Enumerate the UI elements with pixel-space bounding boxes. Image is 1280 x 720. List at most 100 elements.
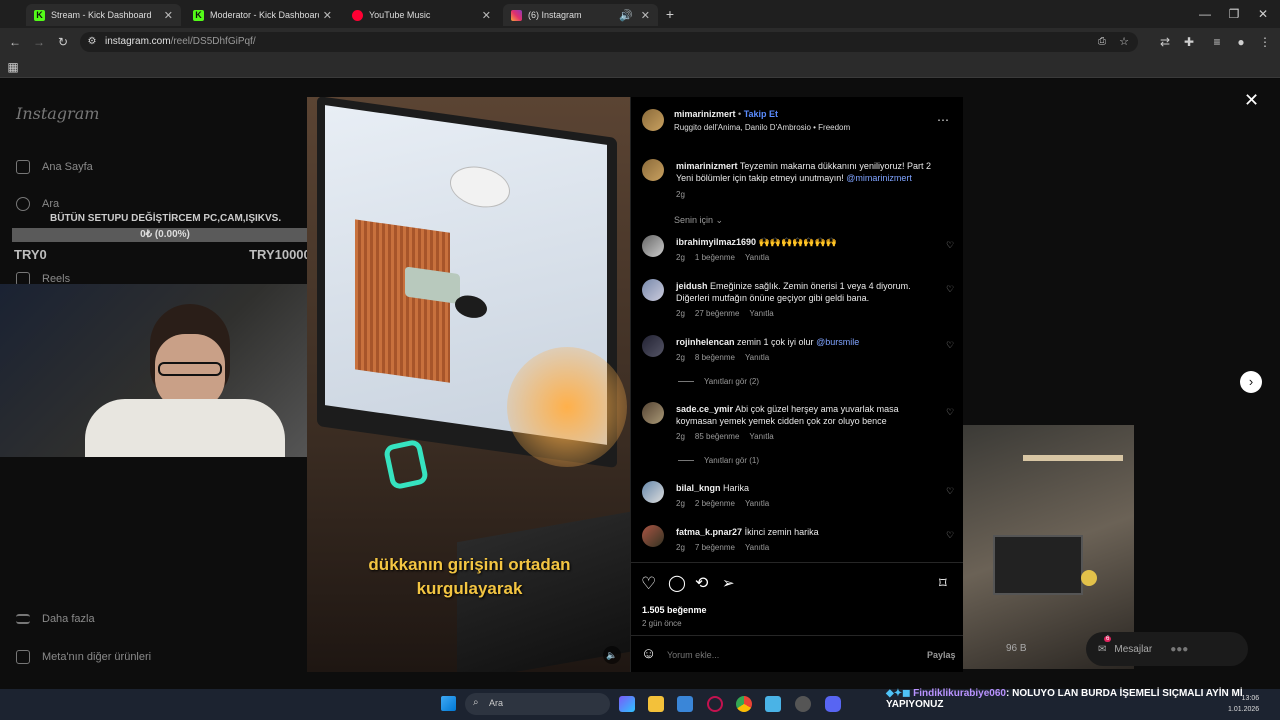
translate-icon[interactable]: ⇄ bbox=[1158, 35, 1172, 49]
audio-track[interactable]: Ruggito dell'Anima, Danilo D'Ambrosio • … bbox=[674, 123, 850, 132]
start-button[interactable] bbox=[441, 696, 456, 711]
new-tab-button[interactable]: + bbox=[663, 7, 677, 21]
comment-input[interactable] bbox=[667, 647, 907, 663]
chat-username: Findiklikurabiye060 bbox=[913, 688, 1006, 699]
repost-icon[interactable]: ⟲ bbox=[695, 576, 708, 592]
shelf bbox=[1023, 455, 1123, 461]
comment-like-icon[interactable]: ♡ bbox=[946, 240, 954, 251]
close-reel-button[interactable]: ✕ bbox=[1244, 90, 1259, 111]
forward-button[interactable]: → bbox=[32, 35, 46, 49]
lamp-glow bbox=[507, 347, 627, 467]
apps-grid-icon[interactable]: ▦ bbox=[6, 60, 20, 74]
post-panel: mimarinizmert • Takip Et Ruggito dell'An… bbox=[630, 97, 964, 672]
comment-like-icon[interactable]: ♡ bbox=[946, 486, 954, 497]
photos-icon[interactable] bbox=[765, 696, 781, 712]
nav-search[interactable]: Ara bbox=[16, 197, 59, 211]
taskbar-search[interactable]: ⌕ Ara bbox=[465, 693, 610, 715]
reel-video[interactable]: dükkanın girişini ortadan kurgulayarak 🔈 bbox=[307, 97, 630, 672]
menu-icon bbox=[16, 614, 30, 624]
home-icon bbox=[16, 160, 30, 174]
table-base bbox=[455, 293, 487, 320]
back-button[interactable]: ← bbox=[8, 35, 22, 49]
webcam-feed bbox=[0, 284, 307, 457]
author-avatar[interactable] bbox=[642, 109, 664, 131]
opera-icon[interactable] bbox=[707, 696, 723, 712]
search-icon: ⌕ bbox=[473, 697, 479, 708]
comment-like-icon[interactable]: ♡ bbox=[946, 530, 954, 541]
chat-badges: ◆✦◼ bbox=[886, 688, 914, 699]
comment-avatar[interactable] bbox=[642, 402, 664, 424]
more-options-icon[interactable]: ⋯ bbox=[937, 113, 949, 127]
copilot-icon[interactable] bbox=[619, 696, 635, 712]
comment-avatar[interactable] bbox=[642, 335, 664, 357]
author-username[interactable]: mimarinizmert bbox=[674, 109, 736, 119]
caption-mention[interactable]: @mimarinizmert bbox=[846, 173, 912, 183]
reel-caption-line1: dükkanın girişini ortadan bbox=[368, 555, 571, 574]
media-icon[interactable]: ≡ bbox=[1210, 35, 1224, 49]
comment-avatar[interactable] bbox=[642, 235, 664, 257]
tab-instagram[interactable]: (6) Instagram 🔊 ✕ bbox=[503, 4, 658, 26]
tab-youtube-music[interactable]: YouTube Music ✕ bbox=[344, 4, 499, 26]
close-icon[interactable]: ✕ bbox=[323, 9, 332, 22]
comment-icon[interactable]: ◯ bbox=[668, 576, 686, 592]
neon-light bbox=[382, 438, 430, 491]
bookmark-star-icon[interactable]: ☆ bbox=[1118, 35, 1130, 49]
comment-like-icon[interactable]: ♡ bbox=[946, 284, 954, 295]
caption-avatar[interactable] bbox=[642, 159, 664, 181]
comment-avatar[interactable] bbox=[642, 279, 664, 301]
tab-kick-stream[interactable]: K Stream - Kick Dashboard ✕ bbox=[26, 4, 181, 26]
url-path: /reel/DS5DhfGiPqf/ bbox=[170, 36, 256, 47]
nav-meta[interactable]: Meta'nın diğer ürünleri bbox=[16, 650, 151, 664]
share-icon[interactable]: ➢ bbox=[722, 576, 735, 591]
messages-icon: ✉ 6 bbox=[1098, 635, 1112, 655]
comment-like-icon[interactable]: ♡ bbox=[946, 407, 954, 418]
extensions-icon[interactable]: ✚ bbox=[1182, 35, 1196, 49]
messages-button[interactable]: ✉ 6 Mesajlar ●●● bbox=[1086, 632, 1248, 666]
comment: bilal_kngn Harika bbox=[676, 483, 750, 493]
save-icon[interactable]: ⌑ bbox=[939, 576, 947, 591]
file-explorer-icon[interactable] bbox=[648, 696, 664, 712]
like-count[interactable]: 1.505 beğenme bbox=[642, 605, 707, 615]
menu-icon[interactable]: ⋮ bbox=[1258, 35, 1272, 49]
speaker-icon[interactable]: 🔊 bbox=[619, 9, 633, 22]
store-icon[interactable] bbox=[677, 696, 693, 712]
profile-icon[interactable]: ● bbox=[1234, 35, 1248, 49]
comment: sade.ce_ymir Abi çok güzel herşey ama yu… bbox=[676, 404, 899, 426]
reload-button[interactable]: ↻ bbox=[56, 35, 70, 49]
system-clock[interactable]: 13:06 1.01.2026 bbox=[1228, 693, 1259, 715]
comment-avatar[interactable] bbox=[642, 481, 664, 503]
like-icon[interactable]: ♡ bbox=[641, 575, 656, 592]
tab-kick-moderator[interactable]: K Moderator - Kick Dashboard ✕ bbox=[185, 4, 340, 26]
obs-icon[interactable] bbox=[795, 696, 811, 712]
comment-avatar[interactable] bbox=[642, 525, 664, 547]
maximize-button[interactable]: ❐ bbox=[1227, 7, 1241, 21]
post-date: 2 gün önce bbox=[642, 619, 682, 628]
emoji-icon[interactable]: ☺ bbox=[641, 646, 656, 661]
comment-like-icon[interactable]: ♡ bbox=[946, 340, 954, 351]
close-icon[interactable]: ✕ bbox=[641, 9, 650, 22]
nav-home[interactable]: Ana Sayfa bbox=[16, 160, 93, 174]
nav-more[interactable]: Daha fazla bbox=[16, 613, 95, 625]
instagram-logo[interactable]: Instagram bbox=[16, 104, 99, 123]
window-close-button[interactable]: ✕ bbox=[1256, 7, 1270, 21]
close-icon[interactable]: ✕ bbox=[482, 9, 491, 22]
instagram-icon bbox=[511, 9, 522, 21]
install-icon[interactable]: ⎙ bbox=[1096, 35, 1108, 49]
discord-icon[interactable] bbox=[825, 696, 841, 712]
post-comment-button[interactable]: Paylaş bbox=[927, 650, 956, 660]
minimize-button[interactable]: — bbox=[1198, 7, 1212, 21]
site-info-icon[interactable]: ⚙ bbox=[86, 35, 98, 49]
chrome-icon[interactable] bbox=[736, 696, 752, 712]
post-caption: mimarinizmert Teyzemin makarna dükkanını… bbox=[676, 161, 931, 183]
view-replies-button[interactable]: Yanıtları gör (2) bbox=[678, 377, 759, 386]
goal-progress-bar: 0₺ (0.00%) bbox=[12, 228, 318, 242]
close-icon[interactable]: ✕ bbox=[164, 9, 173, 22]
address-bar[interactable]: ⚙ instagram.com/reel/DS5DhfGiPqf/ ⎙ ☆ bbox=[80, 32, 1138, 52]
goal-title: BÜTÜN SETUPU DEĞİŞTİRCEM PC,CAM,IŞIKVS. bbox=[50, 213, 282, 224]
sort-dropdown[interactable]: Senin için ⌄ bbox=[674, 215, 723, 226]
desk-lamp bbox=[1081, 570, 1097, 586]
view-replies-button[interactable]: Yanıtları gör (1) bbox=[678, 456, 759, 465]
follow-button[interactable]: Takip Et bbox=[744, 109, 778, 119]
next-reel-button[interactable]: › bbox=[1240, 371, 1262, 393]
mute-button[interactable]: 🔈 bbox=[603, 646, 621, 664]
